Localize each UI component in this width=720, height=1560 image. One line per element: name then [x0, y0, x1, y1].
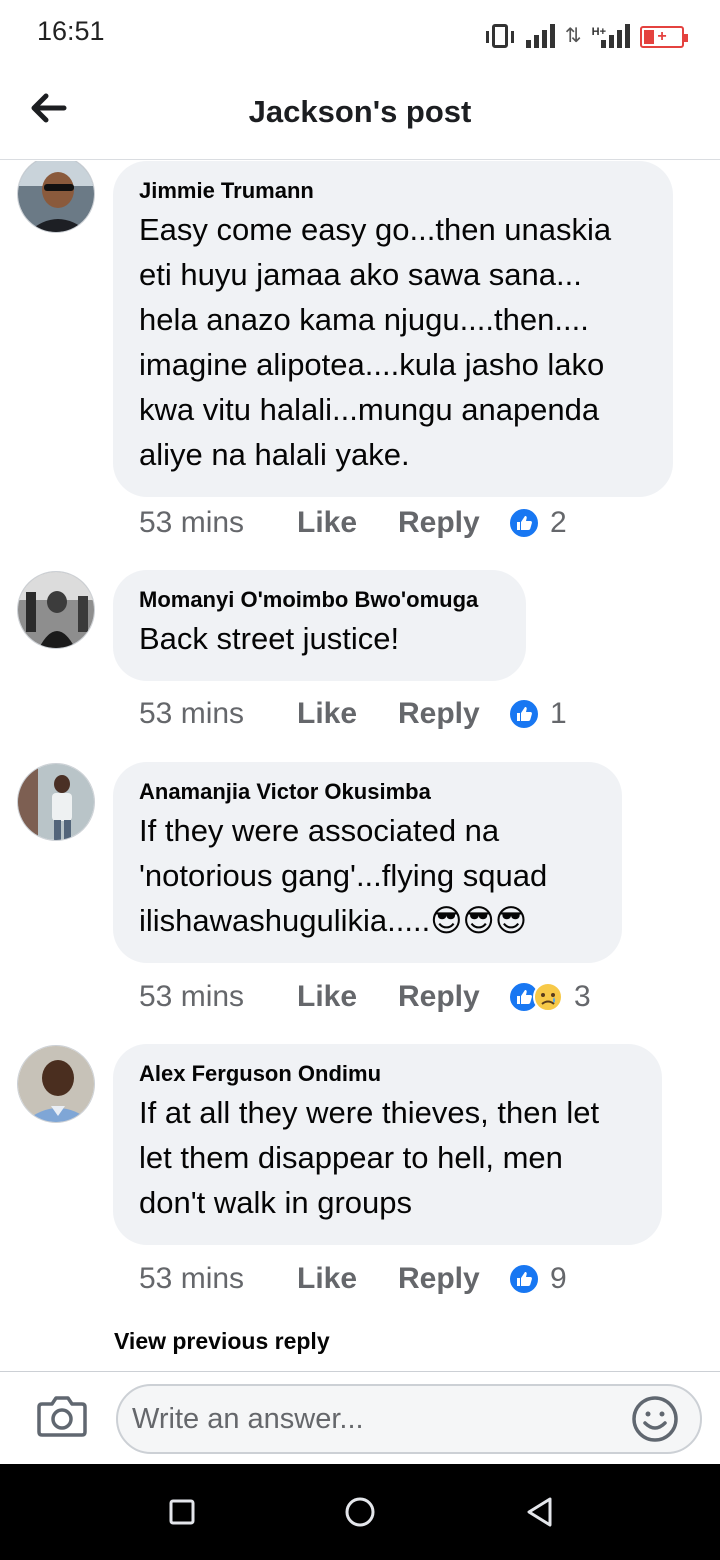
reactions[interactable] — [508, 698, 540, 730]
comment-time[interactable]: 53 mins — [139, 697, 297, 731]
home-button[interactable] — [342, 1494, 378, 1530]
comment-actions: 53 mins Like Reply 2 — [139, 503, 567, 543]
system-back-button[interactable] — [522, 1494, 558, 1530]
sunglasses-emoji: 😎 — [430, 903, 463, 938]
page-title: Jackson's post — [248, 94, 472, 129]
status-time: 16:51 — [37, 16, 105, 46]
like-reaction-icon — [508, 1263, 540, 1295]
status-icons: ⇅ H+ + — [485, 18, 688, 48]
comment-bubble[interactable]: Momanyi O'moimbo Bwo'omuga Back street j… — [113, 570, 526, 681]
comment-author[interactable]: Anamanjia Victor Okusimba — [139, 776, 596, 808]
like-reaction-icon — [508, 698, 540, 730]
avatar[interactable] — [17, 161, 95, 233]
reaction-count[interactable]: 3 — [574, 980, 591, 1014]
camera-icon — [37, 1396, 87, 1437]
comments-list: Jimmie Trumann Easy come easy go...then … — [0, 161, 720, 1371]
comment-actions: 53 mins Like Reply 9 — [139, 1259, 567, 1299]
sunglasses-emoji: 😎 — [494, 903, 528, 938]
like-button[interactable]: Like — [297, 697, 398, 731]
reply-button[interactable]: Reply — [398, 506, 508, 540]
smiley-icon — [632, 1396, 678, 1442]
reaction-count[interactable]: 2 — [550, 506, 567, 540]
comment-actions: 53 mins Like Reply 1 — [139, 694, 567, 734]
like-reaction-icon — [508, 507, 540, 539]
comment-author[interactable]: Jimmie Trumann — [139, 175, 647, 207]
reaction-count[interactable]: 9 — [550, 1262, 567, 1296]
comment-time[interactable]: 53 mins — [139, 506, 297, 540]
comment-input[interactable] — [132, 1396, 622, 1442]
recent-apps-button[interactable] — [164, 1494, 200, 1530]
comment-input-box[interactable] — [116, 1384, 702, 1454]
reactions[interactable] — [508, 981, 564, 1013]
battery-charging-icon: + — [640, 26, 688, 48]
recent-apps-icon — [169, 1499, 195, 1525]
camera-button[interactable] — [36, 1392, 88, 1440]
avatar[interactable] — [17, 763, 95, 841]
reply-button[interactable]: Reply — [398, 980, 508, 1014]
reactions[interactable] — [508, 507, 540, 539]
comment-text: Easy come easy go...then unaskia eti huy… — [139, 212, 612, 472]
back-triangle-icon — [527, 1497, 552, 1527]
system-nav-bar — [0, 1464, 720, 1560]
post-header: Jackson's post — [0, 66, 720, 160]
comment-bubble[interactable]: Jimmie Trumann Easy come easy go...then … — [113, 161, 673, 497]
like-button[interactable]: Like — [297, 1262, 398, 1296]
like-button[interactable]: Like — [297, 980, 398, 1014]
reaction-count[interactable]: 1 — [550, 697, 567, 731]
like-button[interactable]: Like — [297, 506, 398, 540]
comment-time[interactable]: 53 mins — [139, 1262, 297, 1296]
emoji-button[interactable] — [630, 1394, 680, 1444]
status-bar: 16:51 ⇅ H+ + — [0, 0, 720, 66]
avatar[interactable] — [17, 1045, 95, 1123]
reply-button[interactable]: Reply — [398, 697, 508, 731]
reactions[interactable] — [508, 1263, 540, 1295]
network-type-label: H+ — [591, 26, 606, 38]
comment-text: Back street justice! — [139, 621, 400, 656]
comment-text: If at all they were thieves, then let le… — [139, 1095, 600, 1220]
data-arrows-icon: ⇅ — [564, 25, 582, 47]
sunglasses-emoji: 😎 — [462, 903, 495, 938]
vibrate-icon — [485, 24, 514, 48]
view-previous-reply-link[interactable]: View previous reply — [114, 1328, 330, 1355]
comment-bubble[interactable]: Anamanjia Victor Okusimba If they were a… — [113, 762, 622, 963]
signal-icon — [525, 24, 555, 48]
comment-bubble[interactable]: Alex Ferguson Ondimu If at all they were… — [113, 1044, 662, 1245]
comment-actions: 53 mins Like Reply 3 — [139, 977, 591, 1017]
comment-composer — [0, 1371, 720, 1464]
comment-author[interactable]: Alex Ferguson Ondimu — [139, 1058, 636, 1090]
reply-button[interactable]: Reply — [398, 1262, 508, 1296]
comment-text: If they were associated na 'notorious ga… — [139, 808, 596, 943]
avatar[interactable] — [17, 571, 95, 649]
sad-reaction-icon — [533, 982, 563, 1012]
comment-author[interactable]: Momanyi O'moimbo Bwo'omuga — [139, 584, 500, 616]
signal-h-plus-icon: H+ — [592, 24, 630, 48]
home-icon — [345, 1497, 375, 1527]
comment-time[interactable]: 53 mins — [139, 980, 297, 1014]
